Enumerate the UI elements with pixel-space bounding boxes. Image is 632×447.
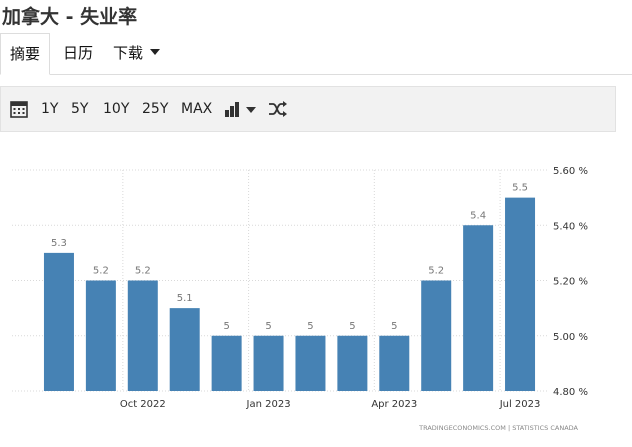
chevron-down-icon: [150, 48, 161, 55]
bar-data-label: 5: [223, 321, 229, 332]
unemployment-chart: 5.60 % 5.40 % 5.20 % 5.00 % 4.80 % 5.3 5.2 5.2 5…: [12, 166, 588, 432]
bar: [127, 280, 158, 391]
x-tick-label: Oct 2022: [120, 399, 166, 410]
tab-download[interactable]: 下载: [104, 33, 169, 74]
bar-data-label: 5.5: [512, 183, 528, 194]
bar: [295, 335, 326, 391]
y-tick-label: 5.00 %: [553, 332, 588, 343]
bar: [337, 335, 368, 391]
bar: [43, 252, 74, 391]
bar: [211, 335, 242, 391]
bar: [463, 225, 494, 391]
bar-data-label: 5.3: [51, 238, 67, 249]
y-tick-label: 5.60 %: [553, 166, 588, 177]
y-tick-label: 5.20 %: [553, 277, 588, 288]
bar-data-label: 5: [349, 321, 355, 332]
shuffle-icon[interactable]: [268, 100, 288, 118]
bar-data-label: 5.2: [428, 266, 444, 277]
bar-data-label: 5: [391, 321, 397, 332]
range-max-button[interactable]: MAX: [181, 87, 212, 131]
range-10y-button[interactable]: 10Y: [103, 87, 129, 131]
chart-area: 5.60 % 5.40 % 5.20 % 5.00 % 4.80 % 5.3 5.2 5.2 5…: [0, 131, 632, 443]
bar-data-label: 5: [307, 321, 313, 332]
bar: [421, 280, 452, 391]
chart-source-credit: TRADINGECONOMICS.COM | STATISTICS CANADA: [418, 424, 578, 432]
bar: [253, 335, 284, 391]
bar: [505, 197, 536, 391]
bar: [169, 308, 200, 391]
x-tick-label: Jan 2023: [246, 399, 291, 410]
bar-data-label: 5.1: [177, 293, 193, 304]
y-tick-label: 5.40 %: [553, 221, 588, 232]
bar: [85, 280, 116, 391]
bar-chart-icon[interactable]: [224, 100, 256, 118]
chart-toolbar: 1Y 5Y 10Y 25Y MAX: [0, 86, 616, 132]
page-title: 加拿大 - 失业率: [2, 6, 138, 28]
bar-data-label: 5.2: [135, 266, 151, 277]
range-25y-button[interactable]: 25Y: [142, 87, 168, 131]
y-tick-label: 4.80 %: [553, 387, 588, 398]
calendar-icon[interactable]: [10, 100, 28, 118]
range-1y-button[interactable]: 1Y: [41, 87, 58, 131]
chevron-down-icon: [246, 107, 256, 113]
tab-download-label: 下载: [113, 44, 144, 62]
tab-summary[interactable]: 摘要: [0, 33, 51, 75]
x-tick-label: Jul 2023: [499, 399, 541, 410]
x-tick-label: Apr 2023: [371, 399, 417, 410]
bar-data-label: 5.2: [93, 266, 109, 277]
bar-data-label: 5: [265, 321, 271, 332]
tab-calendar[interactable]: 日历: [54, 33, 102, 74]
bar-data-label: 5.4: [470, 210, 486, 221]
tab-bar: 摘要 日历 下载: [0, 33, 632, 75]
range-5y-button[interactable]: 5Y: [71, 87, 88, 131]
bar: [379, 335, 410, 391]
